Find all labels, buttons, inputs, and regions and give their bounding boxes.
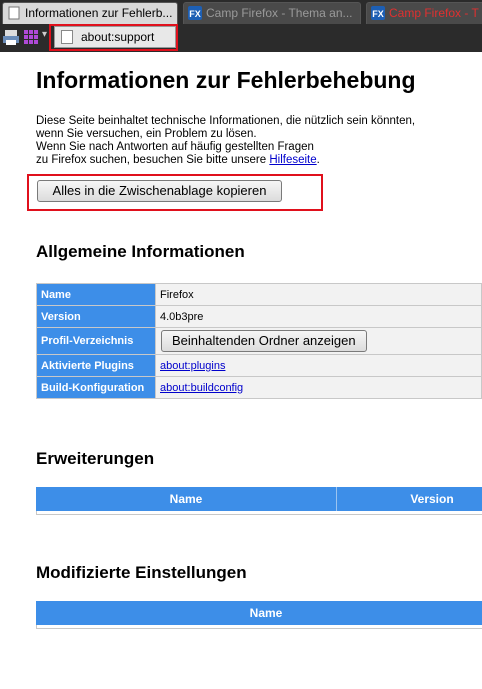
section-heading-general: Allgemeine Informationen (36, 242, 245, 261)
grid-icon[interactable] (23, 29, 39, 45)
tab-label: Camp Firefox - T (389, 6, 479, 20)
table-row: Aktivierte Plugins about:plugins (36, 354, 482, 377)
help-link[interactable]: Hilfeseite (269, 154, 316, 166)
prefs-table-body (36, 625, 482, 629)
page-icon (8, 6, 20, 20)
column-header-name[interactable]: Name (36, 487, 336, 511)
intro-text: wenn Sie versuchen, ein Problem zu lösen… (36, 128, 257, 140)
table-row: Profil-Verzeichnis Beinhaltenden Ordner … (36, 327, 482, 355)
highlight-box-copy (27, 174, 323, 211)
prefs-table-header: Name (36, 601, 482, 625)
column-header-version[interactable]: Version (337, 487, 482, 511)
row-label: Profil-Verzeichnis (36, 327, 156, 355)
browser-chrome: Informationen zur Fehlerb... FX Camp Fir… (0, 0, 482, 52)
column-header-name[interactable]: Name (36, 601, 482, 625)
tab-camp-firefox[interactable]: FX Camp Firefox - Thema an... (183, 2, 361, 24)
row-value: about:plugins (155, 354, 482, 377)
row-label: Version (36, 305, 156, 328)
extensions-table-body (36, 511, 482, 515)
section-heading-prefs: Modifizierte Einstellungen (36, 563, 247, 582)
row-label: Aktivierte Plugins (36, 354, 156, 377)
buildconfig-link[interactable]: about:buildconfig (160, 382, 243, 394)
tab-informationen[interactable]: Informationen zur Fehlerb... (2, 2, 178, 24)
svg-text:FX: FX (189, 9, 201, 19)
row-value: Firefox (155, 283, 482, 306)
show-folder-button[interactable]: Beinhaltenden Ordner anzeigen (161, 330, 367, 352)
intro-text: . (316, 154, 320, 166)
dropdown-dot-icon[interactable]: ▾ (42, 29, 47, 40)
page-title: Informationen zur Fehlerbehebung (36, 67, 416, 93)
svg-text:FX: FX (372, 9, 384, 19)
section-heading-extensions: Erweiterungen (36, 449, 155, 468)
extensions-table-header: Name Version (36, 487, 482, 511)
intro-text: zu Firefox suchen, besuchen Sie bitte un… (36, 154, 270, 166)
intro-text: Wenn Sie nach Antworten auf häufig geste… (36, 141, 314, 153)
firefox-fx-icon: FX (188, 6, 202, 20)
table-row: Build-Konfiguration about:buildconfig (36, 376, 482, 399)
general-info-table: Name Firefox Version 4.0b3pre Profil-Ver… (36, 283, 482, 399)
page-content: Informationen zur Fehlerbehebung Diese S… (0, 52, 482, 689)
firefox-fx-icon: FX (371, 6, 385, 20)
row-label: Name (36, 283, 156, 306)
tab-label: Camp Firefox - Thema an... (206, 6, 353, 20)
intro-text-with-link: zu Firefox suchen, besuchen Sie bitte un… (36, 154, 320, 167)
table-row: Version 4.0b3pre (36, 305, 482, 328)
row-value: 4.0b3pre (155, 305, 482, 328)
print-icon[interactable] (2, 28, 20, 46)
row-label: Build-Konfiguration (36, 376, 156, 399)
intro-text: Diese Seite beinhaltet technische Inform… (36, 115, 416, 127)
row-value: Beinhaltenden Ordner anzeigen (155, 327, 482, 355)
highlight-box-url (49, 24, 178, 51)
tab-label: Informationen zur Fehlerb... (25, 6, 173, 20)
tab-camp-firefox-2[interactable]: FX Camp Firefox - T (366, 2, 482, 24)
table-row: Name Firefox (36, 283, 482, 306)
row-value: about:buildconfig (155, 376, 482, 399)
plugins-link[interactable]: about:plugins (160, 360, 225, 372)
